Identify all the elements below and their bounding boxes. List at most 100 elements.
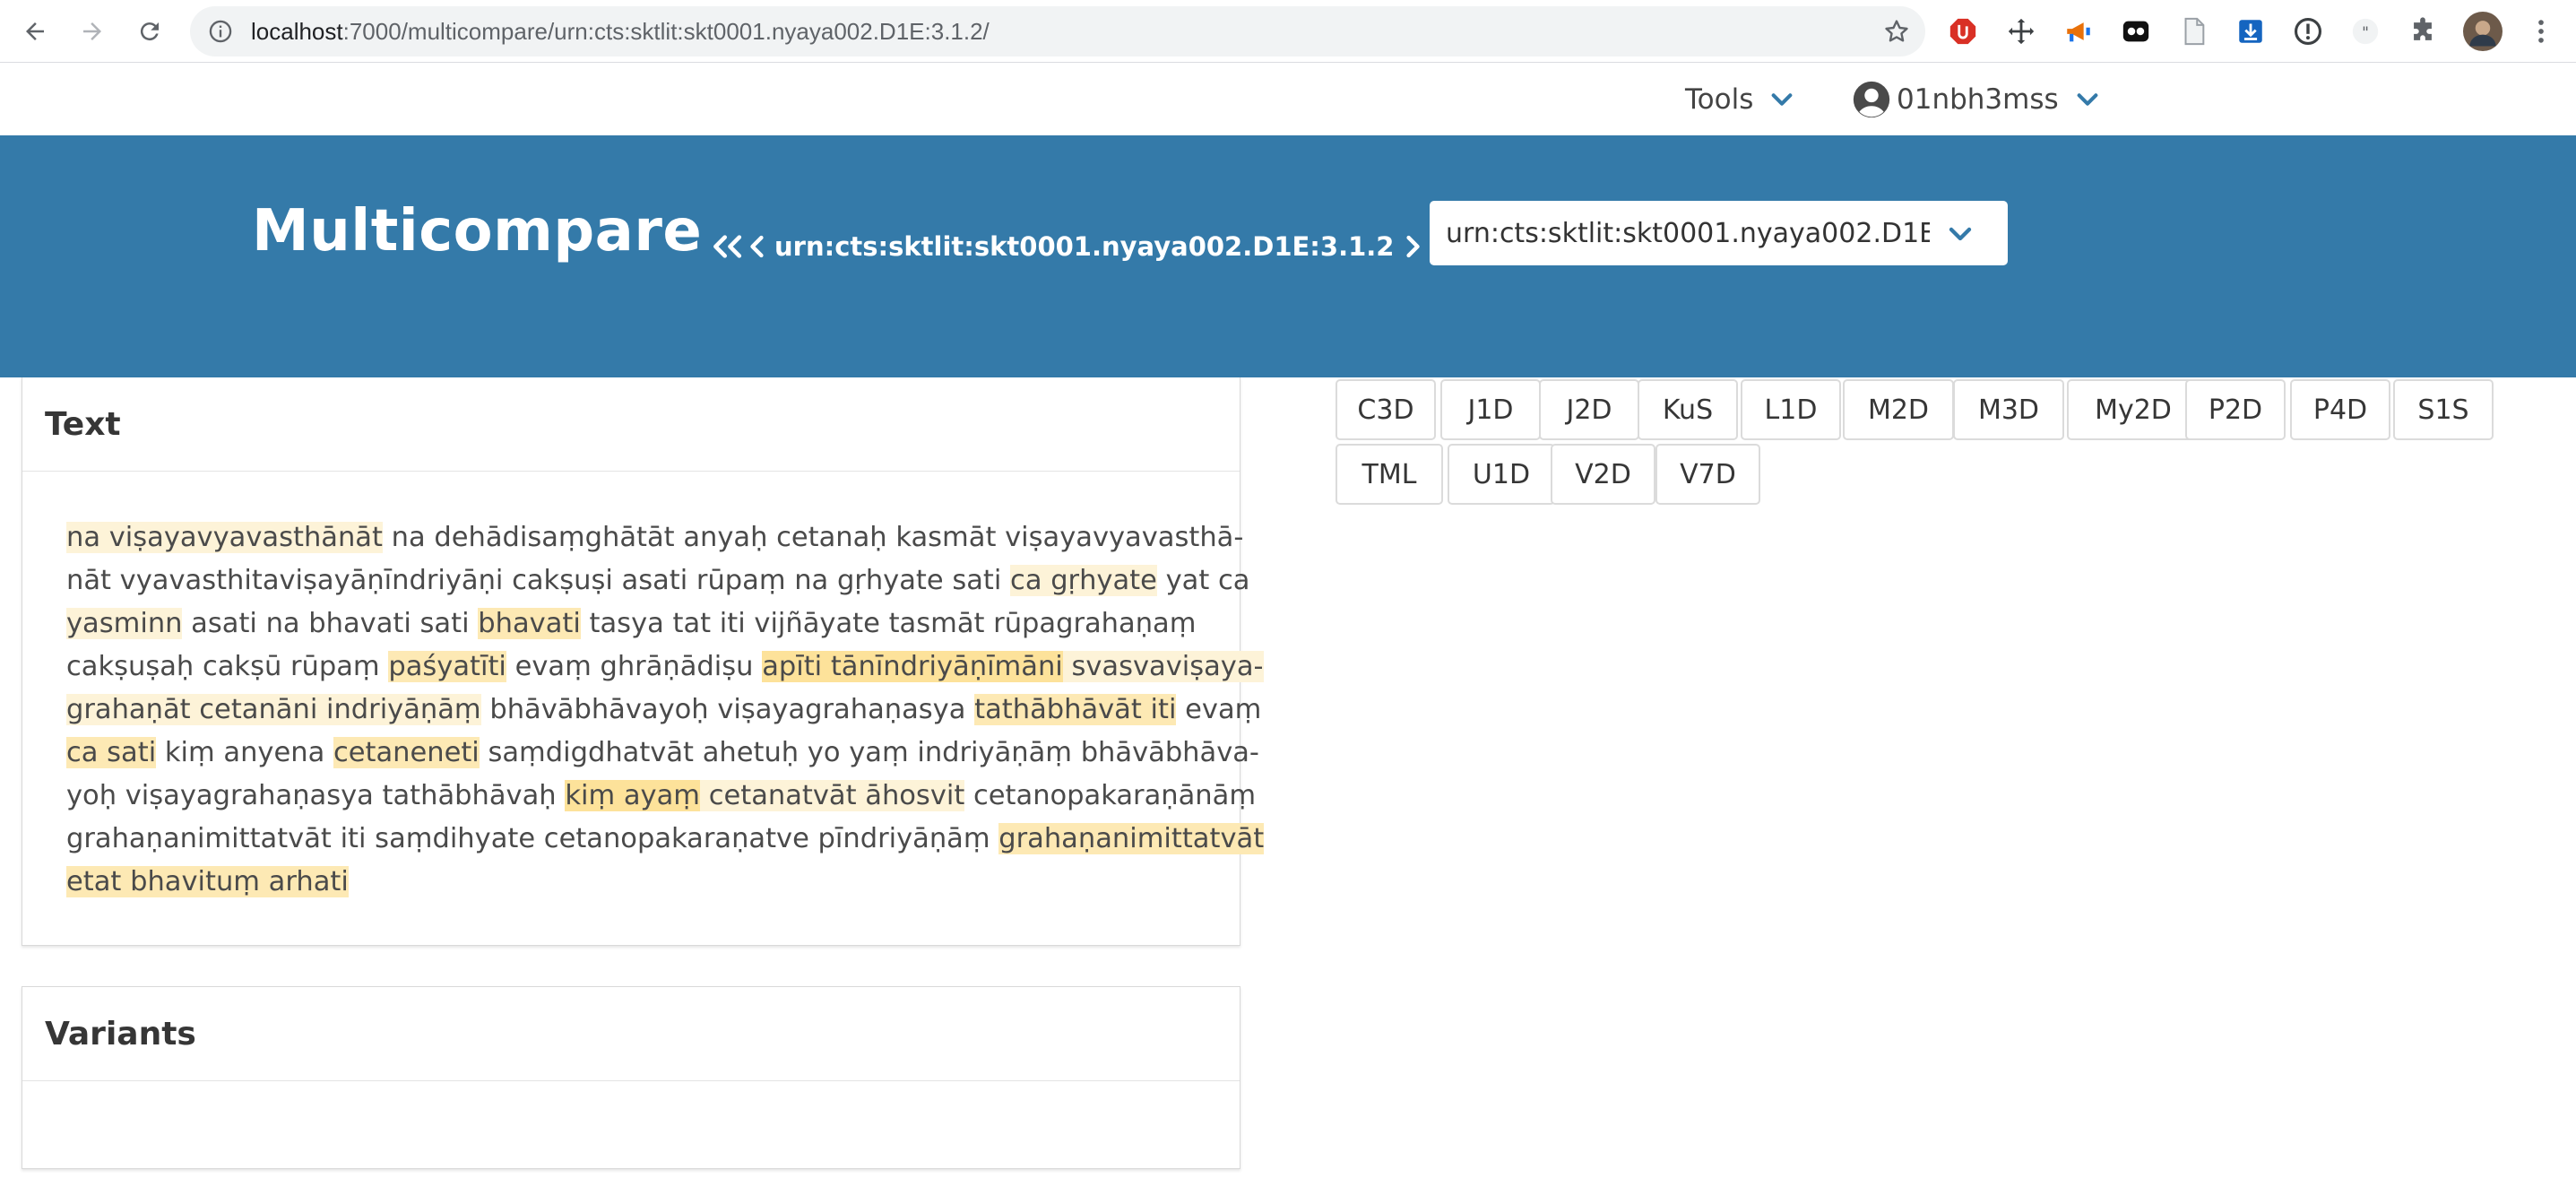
site-info-icon[interactable] — [208, 19, 233, 44]
next-passage-button[interactable] — [1403, 233, 1422, 260]
browser-menu-icon[interactable] — [2526, 16, 2556, 47]
app-navbar: Tools 01nbh3mss — [0, 64, 2576, 135]
passage-line: grahaṇanimittatvāt iti saṃdihyate cetano… — [66, 818, 1265, 861]
variants-panel: Variants — [22, 986, 1240, 1169]
text-segment: yat ca — [1156, 565, 1250, 596]
megaphone-extension-icon[interactable] — [2063, 16, 2094, 47]
highlighted-segment[interactable]: etat — [66, 866, 131, 897]
highlighted-segment[interactable]: ca gṛhyate — [1010, 565, 1157, 596]
passage-text: na viṣayavyavasthānāt na dehādisaṃghātāt… — [22, 472, 1265, 904]
passage-line: yasminn asati na bhavati sati bhavati ta… — [66, 602, 1204, 645]
browser-toolbar: localhost:7000/multicompare/urn:cts:sktl… — [0, 0, 2576, 63]
passage-line: cakṣuṣaḥ cakṣū rūpaṃ paśyatīti evaṃ ghrā… — [66, 645, 1264, 689]
highlighted-segment[interactable]: na viṣayavyavasthānāt — [66, 522, 383, 553]
highlighted-segment[interactable]: svasvaviṣaya- — [1062, 651, 1264, 682]
witness-button-tml[interactable]: TML — [1336, 444, 1443, 505]
witness-button-j2d[interactable]: J2D — [1539, 379, 1639, 440]
witness-button-c3d[interactable]: C3D — [1336, 379, 1436, 440]
tools-dropdown[interactable]: Tools — [1685, 80, 1794, 119]
witness-button-kus[interactable]: KuS — [1638, 379, 1738, 440]
move-extension-icon[interactable] — [2006, 16, 2036, 47]
text-segment: cetanopakaraṇānāṃ — [964, 780, 1257, 811]
text-segment: evaṃ — [1176, 694, 1262, 725]
witness-button-m3d[interactable]: M3D — [1953, 379, 2064, 440]
download-extension-icon[interactable] — [2235, 16, 2266, 47]
highlighted-segment[interactable]: kiṃ ayaṃ — [565, 780, 700, 811]
bookmark-star-icon[interactable] — [1882, 17, 1911, 46]
url-text[interactable]: localhost:7000/multicompare/urn:cts:sktl… — [251, 6, 990, 56]
highlighted-segment[interactable]: grahaṇanimittatvāt — [998, 823, 1265, 854]
witness-button-p2d[interactable]: P2D — [2185, 379, 2286, 440]
dark-extension-icon[interactable] — [2121, 16, 2151, 47]
profile-avatar-icon[interactable] — [2463, 12, 2503, 51]
text-segment: evaṃ ghrāṇādiṣu — [506, 651, 763, 682]
witness-button-m2d[interactable]: M2D — [1843, 379, 1954, 440]
adblock-extension-icon[interactable] — [1948, 16, 1978, 47]
passage-line: na viṣayavyavasthānāt na dehādisaṃghātāt… — [66, 516, 1243, 559]
chevron-left-icon — [750, 235, 764, 258]
text-segment: cakṣuṣaḥ cakṣū rūpaṃ — [66, 651, 389, 682]
current-urn: urn:cts:sktlit:skt0001.nyaya002.D1E:3.1.… — [774, 231, 1395, 262]
passage-line: etat bhavituṃ arhati — [66, 861, 1204, 904]
tools-label: Tools — [1685, 83, 1754, 116]
highlighted-segment[interactable]: tathābhāvāt iti — [974, 694, 1177, 725]
text-segment: kiṃ anyena — [156, 737, 333, 768]
page-header: Multicompare urn:cts:sktlit:skt0001.nyay… — [0, 135, 2576, 377]
passage-line: grahaṇāt cetanāni indriyāṇāṃ bhāvābhāvay… — [66, 689, 1261, 732]
text-segment: bhāvābhāvayoḥ viṣayagrahaṇasya — [480, 694, 975, 725]
witness-button-u1d[interactable]: U1D — [1448, 444, 1555, 505]
text-panel: Text na viṣayavyavasthānāt na dehādisaṃg… — [22, 377, 1265, 946]
back-button[interactable] — [14, 11, 56, 52]
text-panel-title: Text — [22, 377, 1240, 472]
text-segment: grahaṇanimittatvāt iti saṃdihyate cetano… — [66, 823, 999, 854]
reload-button[interactable] — [129, 11, 170, 52]
url-path: :7000/multicompare/urn:cts:sktlit:skt000… — [342, 18, 990, 45]
previous-passage-button[interactable] — [748, 233, 767, 260]
highlighted-segment[interactable]: grahaṇāt cetanāni indriyāṇāṃ — [66, 694, 481, 725]
user-dropdown[interactable]: 01nbh3mss — [1852, 80, 2100, 119]
page-title: Multicompare — [252, 198, 703, 264]
witness-button-s1s[interactable]: S1S — [2393, 379, 2494, 440]
reload-icon — [140, 22, 159, 41]
highlighted-segment[interactable]: ca sati — [66, 737, 157, 768]
witness-button-p4d[interactable]: P4D — [2290, 379, 2390, 440]
forward-arrow-icon — [83, 22, 101, 40]
highlighted-segment[interactable]: cetaneneti — [333, 737, 480, 768]
highlighted-segment[interactable]: bhavituṃ arhati — [130, 866, 349, 897]
forward-button[interactable] — [72, 11, 113, 52]
url-host: localhost — [251, 18, 343, 45]
highlighted-segment[interactable]: bhavati — [478, 608, 581, 639]
highlighted-segment[interactable]: yasminn — [66, 608, 183, 639]
witness-button-v7d[interactable]: V7D — [1655, 444, 1760, 505]
highlighted-segment[interactable]: cetanatvāt āhosvit — [700, 780, 965, 811]
back-arrow-icon — [26, 22, 44, 40]
extensions-puzzle-icon[interactable] — [2407, 16, 2438, 47]
text-segment: asati na bhavati sati — [182, 608, 479, 639]
witness-button-my2d[interactable]: My2D — [2067, 379, 2200, 440]
text-segment: na dehādisaṃghātāt anyaḥ cetanaḥ kasmāt … — [382, 522, 1244, 553]
variants-panel-title: Variants — [22, 987, 1240, 1081]
chevron-down-icon — [2077, 93, 2098, 106]
quote-extension-icon[interactable]: " — [2350, 16, 2381, 47]
urn-navigator: urn:cts:sktlit:skt0001.nyaya002.D1E:3.1.… — [706, 225, 1471, 268]
passage-line: nāt vyavasthitaviṣayāṇīndriyāṇi cakṣuṣi … — [66, 559, 1249, 602]
text-segment: saṃdigdhatvāt ahetuḥ yo yaṃ indriyāṇāṃ b… — [479, 737, 1259, 768]
chevron-down-icon — [1772, 93, 1793, 106]
witness-button-l1d[interactable]: L1D — [1741, 379, 1841, 440]
password-extension-icon[interactable] — [2293, 16, 2323, 47]
chevron-right-icon — [1406, 235, 1421, 258]
chevron-down-icon — [1949, 227, 1972, 241]
highlighted-segment[interactable]: apīti tānīndriyāṇīmāni — [762, 651, 1063, 682]
witness-button-v2d[interactable]: V2D — [1551, 444, 1655, 505]
text-segment: tasya tat iti vijñāyate tasmāt rūpagraha… — [580, 608, 1197, 639]
text-segment: yoḥ viṣayagrahaṇasya tathābhāvaḥ — [66, 780, 566, 811]
svg-text:": " — [2362, 24, 2369, 42]
double-chevron-left-icon — [713, 235, 742, 258]
address-bar[interactable]: localhost:7000/multicompare/urn:cts:sktl… — [190, 6, 1925, 56]
first-passage-button[interactable] — [706, 233, 748, 260]
document-extension-icon[interactable] — [2178, 16, 2209, 47]
witness-button-j1d[interactable]: J1D — [1440, 379, 1541, 440]
urn-select[interactable]: urn:cts:sktlit:skt0001.nyaya002.D1E: — [1430, 201, 2008, 265]
highlighted-segment[interactable]: paśyatīti — [388, 651, 506, 682]
username-label: 01nbh3mss — [1897, 83, 2059, 116]
